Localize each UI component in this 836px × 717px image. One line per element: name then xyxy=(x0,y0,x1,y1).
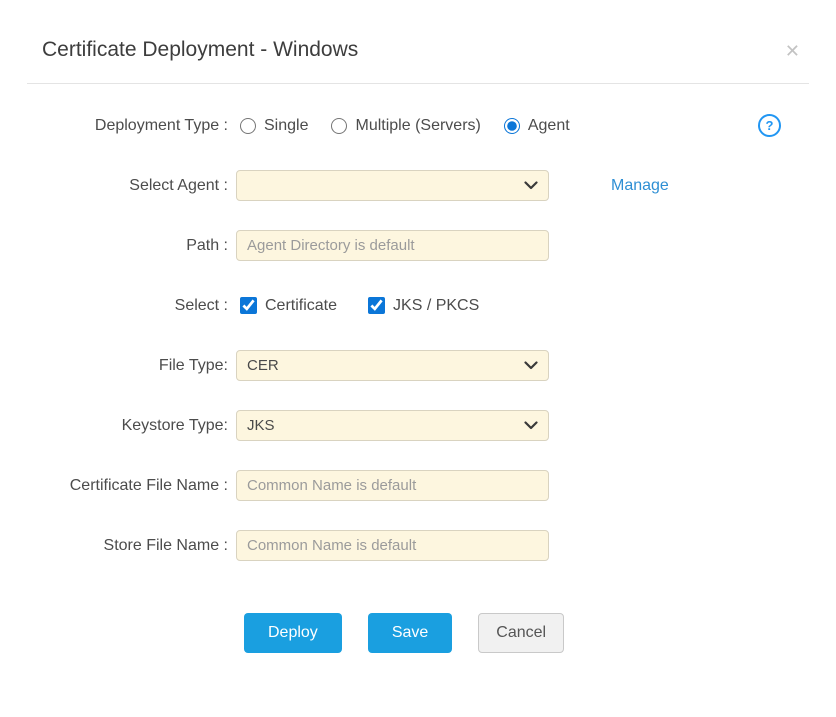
store-file-name-label: Store File Name : xyxy=(0,537,228,555)
checkbox-option-jks-pkcs[interactable]: JKS / PKCS xyxy=(368,297,479,315)
certificate-file-name-label: Certificate File Name : xyxy=(0,477,228,495)
jks-pkcs-checkbox-label: JKS / PKCS xyxy=(393,297,479,315)
store-file-name-row: Store File Name : xyxy=(0,530,836,561)
certificate-file-name-row: Certificate File Name : xyxy=(0,470,836,501)
file-type-label: File Type: xyxy=(0,357,228,375)
path-label: Path : xyxy=(0,237,228,255)
select-agent-label: Select Agent : xyxy=(0,177,228,195)
keystore-type-wrap: JKS xyxy=(236,410,549,441)
radio-option-multiple[interactable]: Multiple (Servers) xyxy=(331,117,480,135)
multiple-servers-radio-label: Multiple (Servers) xyxy=(355,117,480,135)
save-button[interactable]: Save xyxy=(368,613,452,653)
help-icon[interactable]: ? xyxy=(758,114,781,137)
manage-link[interactable]: Manage xyxy=(611,177,669,195)
deployment-form: Deployment Type : Single Multiple (Serve… xyxy=(0,84,836,653)
path-row: Path : xyxy=(0,230,836,261)
certificate-deployment-dialog: Certificate Deployment - Windows ✕ Deplo… xyxy=(0,0,836,717)
deployment-type-row: Deployment Type : Single Multiple (Serve… xyxy=(0,110,836,141)
select-agent-wrap xyxy=(236,170,549,201)
jks-pkcs-checkbox[interactable] xyxy=(368,297,385,314)
button-row: Deploy Save Cancel xyxy=(0,613,836,653)
close-icon[interactable]: ✕ xyxy=(785,42,800,60)
file-type-row: File Type: CER xyxy=(0,350,836,381)
radio-option-agent[interactable]: Agent xyxy=(504,117,570,135)
keystore-type-label: Keystore Type: xyxy=(0,417,228,435)
select-label: Select : xyxy=(0,297,228,315)
deployment-type-radio-group: Single Multiple (Servers) Agent xyxy=(240,117,570,135)
radio-option-single[interactable]: Single xyxy=(240,117,308,135)
single-radio-label: Single xyxy=(264,117,308,135)
file-type-dropdown[interactable]: CER xyxy=(236,350,549,381)
certificate-file-name-input[interactable] xyxy=(236,470,549,501)
path-input[interactable] xyxy=(236,230,549,261)
agent-radio-label: Agent xyxy=(528,117,570,135)
dialog-title: Certificate Deployment - Windows xyxy=(42,38,794,62)
single-radio[interactable] xyxy=(240,118,256,134)
certificate-checkbox[interactable] xyxy=(240,297,257,314)
certificate-checkbox-label: Certificate xyxy=(265,297,337,315)
select-agent-row: Select Agent : Manage xyxy=(0,170,836,201)
deployment-type-label: Deployment Type : xyxy=(0,117,228,135)
multiple-servers-radio[interactable] xyxy=(331,118,347,134)
keystore-type-dropdown[interactable]: JKS xyxy=(236,410,549,441)
file-type-wrap: CER xyxy=(236,350,549,381)
deploy-button[interactable]: Deploy xyxy=(244,613,342,653)
select-checkbox-group: Certificate JKS / PKCS xyxy=(240,297,479,315)
checkbox-option-certificate[interactable]: Certificate xyxy=(240,297,337,315)
dialog-header: Certificate Deployment - Windows ✕ xyxy=(0,0,836,83)
select-row: Select : Certificate JKS / PKCS xyxy=(0,290,836,321)
keystore-type-row: Keystore Type: JKS xyxy=(0,410,836,441)
store-file-name-input[interactable] xyxy=(236,530,549,561)
select-agent-dropdown[interactable] xyxy=(236,170,549,201)
agent-radio[interactable] xyxy=(504,118,520,134)
cancel-button[interactable]: Cancel xyxy=(478,613,564,653)
